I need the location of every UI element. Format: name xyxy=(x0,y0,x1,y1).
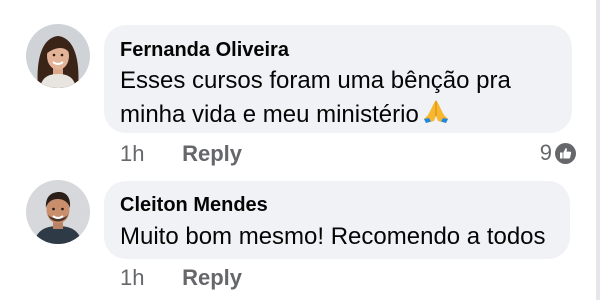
comment-meta: 1h Reply xyxy=(120,141,242,167)
avatar-photo xyxy=(26,180,90,244)
comment-time[interactable]: 1h xyxy=(120,265,176,291)
reply-button[interactable]: Reply xyxy=(182,265,242,291)
scrollbar-track[interactable] xyxy=(596,0,600,300)
avatar[interactable] xyxy=(26,24,90,88)
comment-meta: 1h Reply xyxy=(120,265,242,291)
comment-bubble: Fernanda Oliveira Esses cursos foram uma… xyxy=(104,25,572,133)
comment-author[interactable]: Fernanda Oliveira xyxy=(120,37,554,63)
comment-author[interactable]: Cleiton Mendes xyxy=(120,192,552,218)
like-icon xyxy=(555,142,576,164)
reaction-summary[interactable]: 9 xyxy=(540,140,576,166)
comment-text: Esses cursos foram uma bênção pra minha … xyxy=(120,67,511,128)
avatar-photo xyxy=(26,24,90,88)
comment-time[interactable]: 1h xyxy=(120,141,176,167)
reply-button[interactable]: Reply xyxy=(182,141,242,167)
comment: Fernanda Oliveira Esses cursos foram uma… xyxy=(0,0,600,172)
comment-text-block: Esses cursos foram uma bênção pra minha … xyxy=(120,65,560,134)
avatar[interactable] xyxy=(26,180,90,244)
folded-hands-emoji xyxy=(421,97,451,134)
comment-text: Muito bom mesmo! Recomendo a todos xyxy=(120,223,546,250)
comment-bubble: Cleiton Mendes Muito bom mesmo! Recomend… xyxy=(104,181,570,259)
reaction-count: 9 xyxy=(539,140,552,165)
comment: Cleiton Mendes Muito bom mesmo! Recomend… xyxy=(0,172,600,300)
